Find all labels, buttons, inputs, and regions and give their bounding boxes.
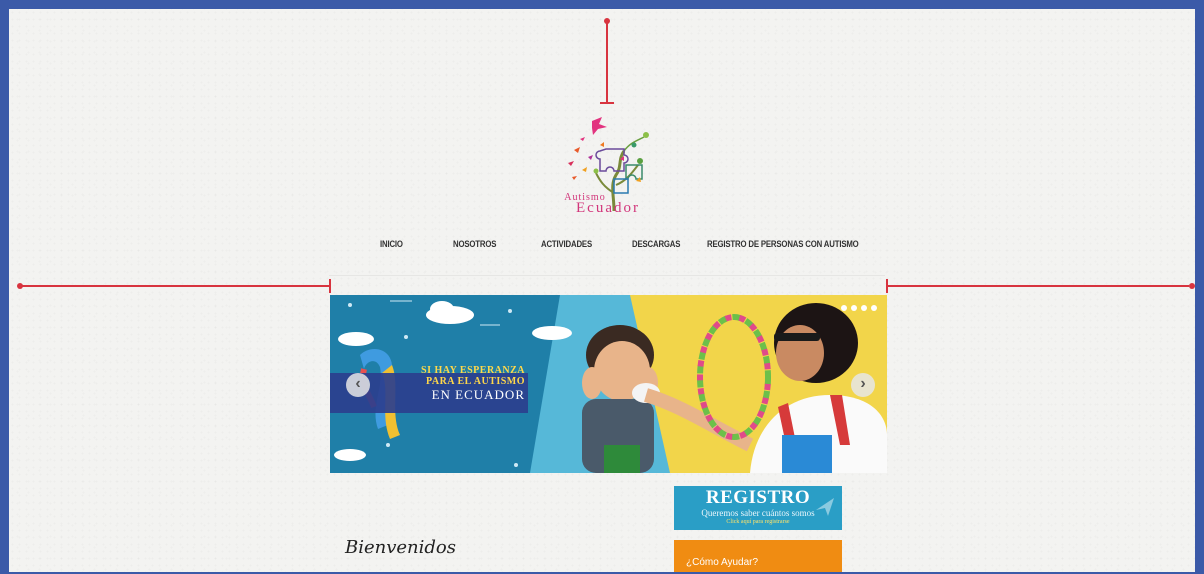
guide-right-dot (1189, 283, 1195, 289)
bird-icon (816, 498, 834, 516)
nav-item-nosotros[interactable]: NOSOTROS (453, 239, 496, 250)
guide-left-cap (329, 279, 331, 293)
chevron-left-icon: ‹ (355, 375, 361, 392)
slider-dot-2[interactable] (851, 305, 857, 311)
slider-dot-3[interactable] (861, 305, 867, 311)
slider-pagination (841, 305, 877, 311)
slider-dot-1[interactable] (841, 305, 847, 311)
nav-item-descargas[interactable]: DESCARGAS (632, 239, 680, 250)
slider-next-button[interactable]: › (851, 373, 875, 397)
como-ayudar-banner[interactable]: ¿Cómo Ayudar? (674, 540, 842, 572)
registro-link[interactable]: Click aquí para registrarse (674, 518, 842, 526)
guide-left-line (20, 285, 330, 287)
guide-right-line (887, 285, 1189, 287)
main-nav: INICIO NOSOTROS ACTIVIDADES DESCARGAS RE… (329, 235, 885, 276)
slider-dot-4[interactable] (871, 305, 877, 311)
registro-banner[interactable]: REGISTRO Queremos saber cuántos somos Cl… (674, 486, 842, 530)
logo-text-ecuador: Ecuador (576, 200, 640, 216)
slider-prev-button[interactable]: ‹ (346, 373, 370, 397)
guide-top-line (606, 21, 608, 103)
hero-slider[interactable]: SI HAY ESPERANZA PARA EL AUTISMO EN ECUA… (330, 295, 887, 473)
como-ayudar-label: ¿Cómo Ayudar? (686, 557, 759, 568)
chevron-right-icon: › (860, 375, 866, 392)
page: Autismo Ecuador INICIO NOSOTROS ACTIVIDA… (9, 9, 1195, 572)
nav-item-inicio[interactable]: INICIO (380, 239, 403, 250)
guide-top-cap (600, 102, 614, 104)
welcome-heading: Bienvenidos (345, 537, 456, 558)
nav-item-registro[interactable]: REGISTRO DE PERSONAS CON AUTISMO (707, 239, 859, 250)
nav-item-actividades[interactable]: ACTIVIDADES (541, 239, 592, 250)
